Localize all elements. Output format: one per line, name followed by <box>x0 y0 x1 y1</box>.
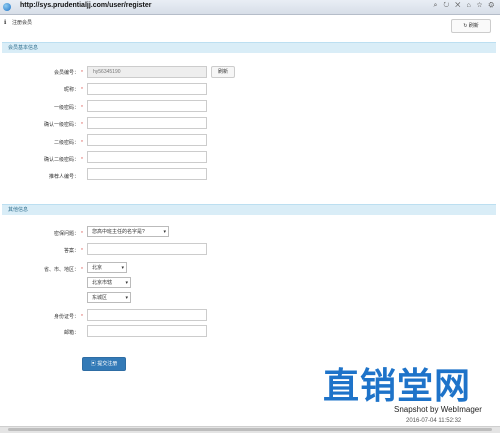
answer-label: 答案： * <box>64 248 83 254</box>
city-value: 北京市辖 <box>92 280 113 286</box>
pwd1-confirm-label: 确认一级密码： * <box>44 122 83 128</box>
save-icon: ▣ <box>90 361 96 367</box>
pwd2-confirm-label: 确认二级密码： * <box>44 157 83 163</box>
nickname-input[interactable] <box>87 83 207 95</box>
chevron-down-icon: ▾ <box>163 229 166 235</box>
refresh-member-id-button[interactable]: 刷新 <box>211 66 235 78</box>
province-value: 北京 <box>92 265 103 271</box>
refresh-button[interactable]: ↻ 刷新 <box>451 19 491 33</box>
referrer-label: 推荐人编号： <box>48 174 79 180</box>
search-icon[interactable]: ⌕ <box>433 2 439 9</box>
address-bar[interactable]: http://sys.prudentialjj.com/user/registe… <box>20 2 151 9</box>
answer-input[interactable] <box>87 243 207 255</box>
security-question-label: 密保问题： * <box>54 231 83 237</box>
referrer-input[interactable] <box>87 168 207 180</box>
chevron-down-icon: ▾ <box>125 280 128 286</box>
pwd1-label: 一级密码： * <box>54 105 83 111</box>
close-icon[interactable]: ✕ <box>455 2 462 9</box>
member-id-label: 会员编号： * <box>54 70 83 76</box>
pwd1-confirm-input[interactable] <box>87 117 207 129</box>
browser-favicon-icon <box>3 3 11 11</box>
security-question-select[interactable]: 您高中班主任的名字是? ▾ <box>87 226 169 237</box>
home-icon[interactable]: ⌂ <box>466 2 472 9</box>
page-title: 注册会员 <box>12 20 33 26</box>
scrollbar-thumb[interactable] <box>8 428 492 431</box>
page-header: ℹ 注册会员 <box>0 15 500 35</box>
snapshot-date: 2016-07-04 11:52:32 <box>406 418 462 424</box>
chevron-down-icon: ▾ <box>125 295 128 301</box>
info-icon: ℹ <box>4 20 7 26</box>
pwd2-label: 二级密码： * <box>54 140 83 146</box>
security-question-value: 您高中班主任的名字是? <box>92 229 145 235</box>
refresh-icon[interactable]: ↻ <box>443 2 451 9</box>
email-label: 邮箱： <box>63 330 79 336</box>
region-label: 省、市、地区： * <box>44 267 83 273</box>
submit-label: 提交注册 <box>97 361 118 367</box>
browser-bar: http://sys.prudentialjj.com/user/registe… <box>0 0 500 15</box>
submit-button[interactable]: ▣ 提交注册 <box>82 357 126 371</box>
id-number-input[interactable] <box>87 309 207 321</box>
gear-icon[interactable]: ⚙ <box>488 2 496 9</box>
refresh-label: 刷新 <box>468 23 479 29</box>
browser-controls: ⌕ ↻ ✕ ⌂ ☆ ⚙ <box>433 2 496 10</box>
nickname-label: 昵称： * <box>64 87 83 93</box>
section-header-basic: 会员基本信息 <box>2 42 496 53</box>
id-number-label: 身份证号： * <box>54 314 83 320</box>
district-select[interactable]: 东城区 ▾ <box>87 292 131 303</box>
pwd2-confirm-input[interactable] <box>87 151 207 163</box>
snapshot-caption: Snapshot by WebImager <box>394 405 482 414</box>
chevron-down-icon: ▾ <box>121 265 124 271</box>
province-select[interactable]: 北京 ▾ <box>87 262 127 273</box>
refresh-icon: ↻ <box>463 23 468 29</box>
pwd1-input[interactable] <box>87 100 207 112</box>
district-value: 东城区 <box>92 295 108 301</box>
watermark-logo: 直销堂网 <box>323 366 472 407</box>
section-header-other: 其他信息 <box>2 204 496 215</box>
pwd2-input[interactable] <box>87 134 207 146</box>
email-input[interactable] <box>87 325 207 337</box>
member-id-input: hy56345190 <box>87 66 207 78</box>
city-select[interactable]: 北京市辖 ▾ <box>87 277 131 288</box>
star-icon[interactable]: ☆ <box>477 2 485 9</box>
